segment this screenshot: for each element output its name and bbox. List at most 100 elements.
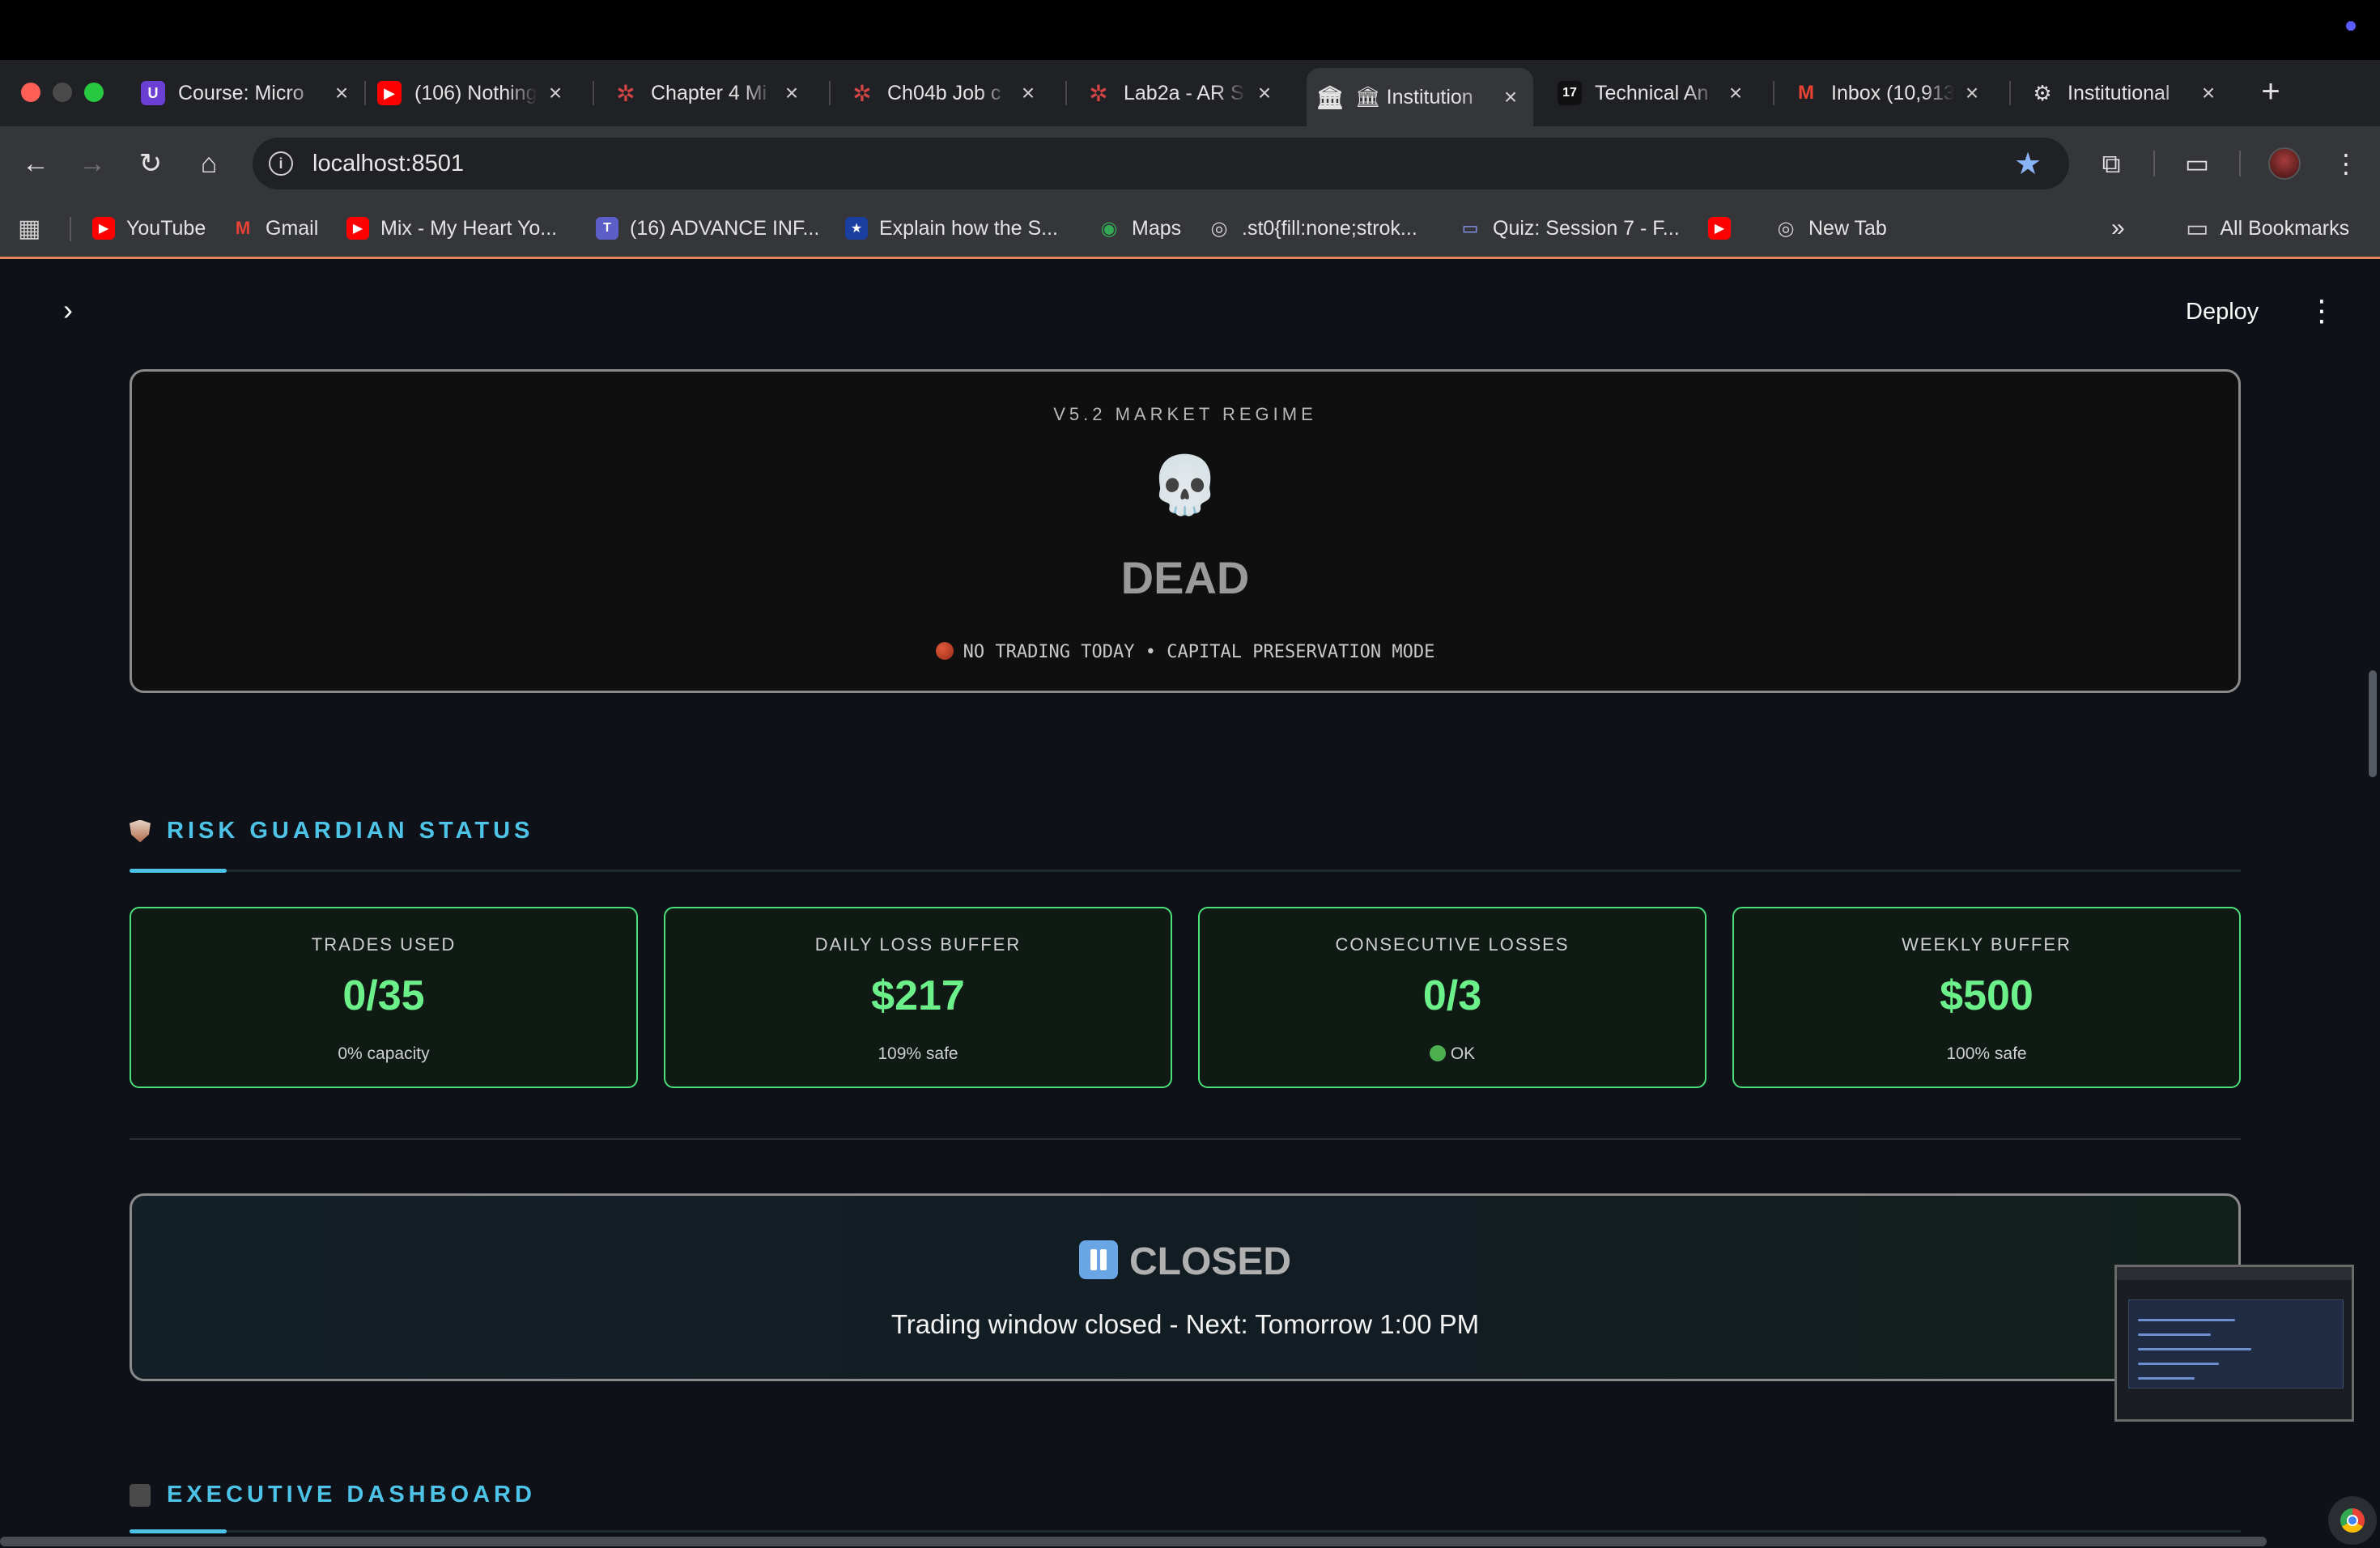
expand-sidebar-chevron-icon[interactable]: ›: [53, 296, 83, 325]
main-menu-icon[interactable]: ⋮: [2307, 296, 2336, 325]
back-button[interactable]: ←: [16, 144, 55, 183]
browser-menu-icon[interactable]: ⋮: [2325, 144, 2367, 183]
bookmarks-overflow-button[interactable]: »: [2111, 212, 2125, 245]
tab-ch04b[interactable]: ✲ Ch04b Job c ×: [839, 68, 1051, 118]
all-bookmarks-label: All Bookmarks: [2220, 216, 2350, 240]
section-accent-bar: [130, 869, 227, 873]
tab-separator: [1065, 81, 1067, 105]
new-tab-button[interactable]: +: [2252, 73, 2289, 110]
gmail-icon: M: [1798, 82, 1814, 104]
horizontal-scrollbar[interactable]: [0, 1537, 2267, 1546]
close-tab-icon[interactable]: ×: [544, 80, 567, 106]
apps-grid-icon[interactable]: ▦: [18, 212, 40, 245]
bookmark-maps[interactable]: ◉ Maps: [1098, 212, 1182, 245]
minimize-window-button[interactable]: [53, 83, 72, 102]
bookmark-label: Quiz: Session 7 - F...: [1493, 216, 1680, 240]
pause-icon: [1078, 1240, 1118, 1279]
bookmark-quiz[interactable]: ▭ Quiz: Session 7 - F...: [1459, 212, 1680, 245]
tab-title: 🏛 Institution: [1355, 85, 1473, 108]
bookmark-youtube-2[interactable]: ▶: [1708, 212, 1742, 245]
tab-lab2a[interactable]: ✲ Lab2a - AR S ×: [1075, 68, 1287, 118]
pip-line: [2138, 1319, 2235, 1321]
close-tab-icon[interactable]: ×: [2197, 80, 2220, 106]
pip-line: [2138, 1348, 2251, 1350]
vertical-scrollbar[interactable]: [2369, 670, 2377, 777]
bank-icon: 🏛: [1315, 84, 1345, 110]
chrome-icon[interactable]: [2328, 1496, 2377, 1545]
forward-button[interactable]: →: [73, 144, 112, 183]
close-tab-icon[interactable]: ×: [1724, 80, 1747, 106]
folder-icon: ▭: [2186, 215, 2209, 242]
bookmark-label: New Tab: [1808, 216, 1887, 240]
tab-chapter-4[interactable]: ✲ Chapter 4 Mi ×: [602, 68, 814, 118]
youtube-icon: ▶: [377, 81, 402, 105]
tab-favicon-icon: U: [141, 81, 165, 105]
risk-section-title: RISK GUARDIAN STATUS: [167, 818, 534, 844]
site-info-icon[interactable]: i: [269, 151, 293, 176]
metric-sub: 0% capacity: [338, 1044, 430, 1063]
close-tab-icon[interactable]: ×: [330, 80, 353, 106]
bookmark-teams[interactable]: T (16) ADVANCE INF...: [596, 212, 819, 245]
globe-icon: ◎: [1210, 217, 1228, 240]
pip-titlebar: [2117, 1267, 2352, 1280]
bookmark-youtube[interactable]: ▶ YouTube: [92, 212, 206, 245]
close-tab-icon[interactable]: ×: [1253, 80, 1276, 106]
app-header: [0, 262, 2380, 355]
close-tab-icon[interactable]: ×: [1017, 80, 1039, 106]
all-bookmarks-button[interactable]: ▭ All Bookmarks: [2186, 212, 2349, 245]
executive-section-heading: EXECUTIVE DASHBOARD: [130, 1482, 536, 1508]
close-tab-icon[interactable]: ×: [1961, 80, 1983, 106]
tab-title: Course: Micro: [178, 81, 304, 104]
metric-label: DAILY LOSS BUFFER: [814, 934, 1022, 955]
tab-course[interactable]: U Course: Micro ×: [130, 68, 364, 118]
canvas-icon: ✲: [852, 80, 872, 106]
metric-value: 0/3: [1422, 972, 1482, 1019]
tab-search-icon[interactable]: ▭: [2178, 144, 2216, 183]
address-url: localhost:8501: [312, 150, 465, 176]
address-bar[interactable]: i localhost:8501: [253, 138, 2069, 189]
tab-institutional-2[interactable]: ⚙ Institutional ×: [2019, 68, 2231, 118]
extensions-icon[interactable]: ⧉: [2092, 144, 2131, 183]
tab-technical-analysis[interactable]: 17 Technical An ×: [1546, 68, 1758, 118]
zoom-window-button[interactable]: [84, 83, 104, 102]
reload-button[interactable]: ↻: [131, 144, 170, 183]
metric-label: TRADES USED: [311, 934, 457, 955]
home-button[interactable]: ⌂: [189, 144, 228, 183]
metric-label: WEEKLY BUFFER: [1902, 934, 2072, 955]
close-tab-icon[interactable]: ×: [1499, 84, 1522, 110]
canvas-icon: ✲: [616, 80, 635, 106]
trading-window-card: CLOSED Trading window closed - Next: Tom…: [130, 1193, 2241, 1381]
bookmark-st0[interactable]: ◎ .st0{fill:none;strok...: [1208, 212, 1417, 245]
screen: U Course: Micro × ▶ (106) Nothing × ✲ Ch…: [0, 0, 2380, 1548]
tab-inbox[interactable]: M Inbox (10,913 ×: [1783, 68, 1995, 118]
bookmark-mix[interactable]: ▶ Mix - My Heart Yo...: [346, 212, 557, 245]
bookmark-label: Maps: [1132, 216, 1182, 240]
pip-line: [2138, 1363, 2219, 1365]
risk-section-rule: [130, 869, 2241, 873]
os-menu-strip: [0, 0, 2380, 60]
tab-separator: [593, 81, 594, 105]
tab-separator: [2009, 81, 2011, 105]
bookmark-new-tab[interactable]: ◎ New Tab: [1774, 212, 1887, 245]
close-tab-icon[interactable]: ×: [780, 80, 803, 106]
close-window-button[interactable]: [21, 83, 40, 102]
skull-icon: 💀: [1150, 453, 1221, 517]
metric-weekly-buffer: WEEKLY BUFFER $500 100% safe: [1732, 907, 2241, 1088]
bar-chart-icon: [130, 1483, 151, 1507]
tab-institutional-active[interactable]: 🏛 🏛 Institution ×: [1307, 68, 1533, 126]
bookmark-explain[interactable]: ★ Explain how the S...: [845, 212, 1058, 245]
tab-title: Institutional: [2068, 81, 2170, 104]
bookmark-label: Explain how the S...: [879, 216, 1058, 240]
window-status-text: CLOSED: [1128, 1240, 1291, 1283]
executive-section-title: EXECUTIVE DASHBOARD: [167, 1482, 536, 1508]
bookmark-gmail[interactable]: M Gmail: [232, 212, 318, 245]
risk-section-heading: RISK GUARDIAN STATUS: [130, 818, 533, 844]
tab-youtube[interactable]: ▶ (106) Nothing ×: [366, 68, 578, 118]
picture-in-picture-preview[interactable]: [2114, 1265, 2354, 1422]
regime-label: V5.2 MARKET REGIME: [1053, 404, 1317, 424]
profile-avatar[interactable]: [2268, 147, 2301, 180]
bookmark-star-icon[interactable]: ★: [2014, 146, 2042, 182]
quiz-icon: ▭: [1461, 218, 1479, 238]
window-status-message: Trading window closed - Next: Tomorrow 1…: [890, 1309, 1480, 1339]
deploy-button[interactable]: Deploy: [2186, 299, 2259, 325]
